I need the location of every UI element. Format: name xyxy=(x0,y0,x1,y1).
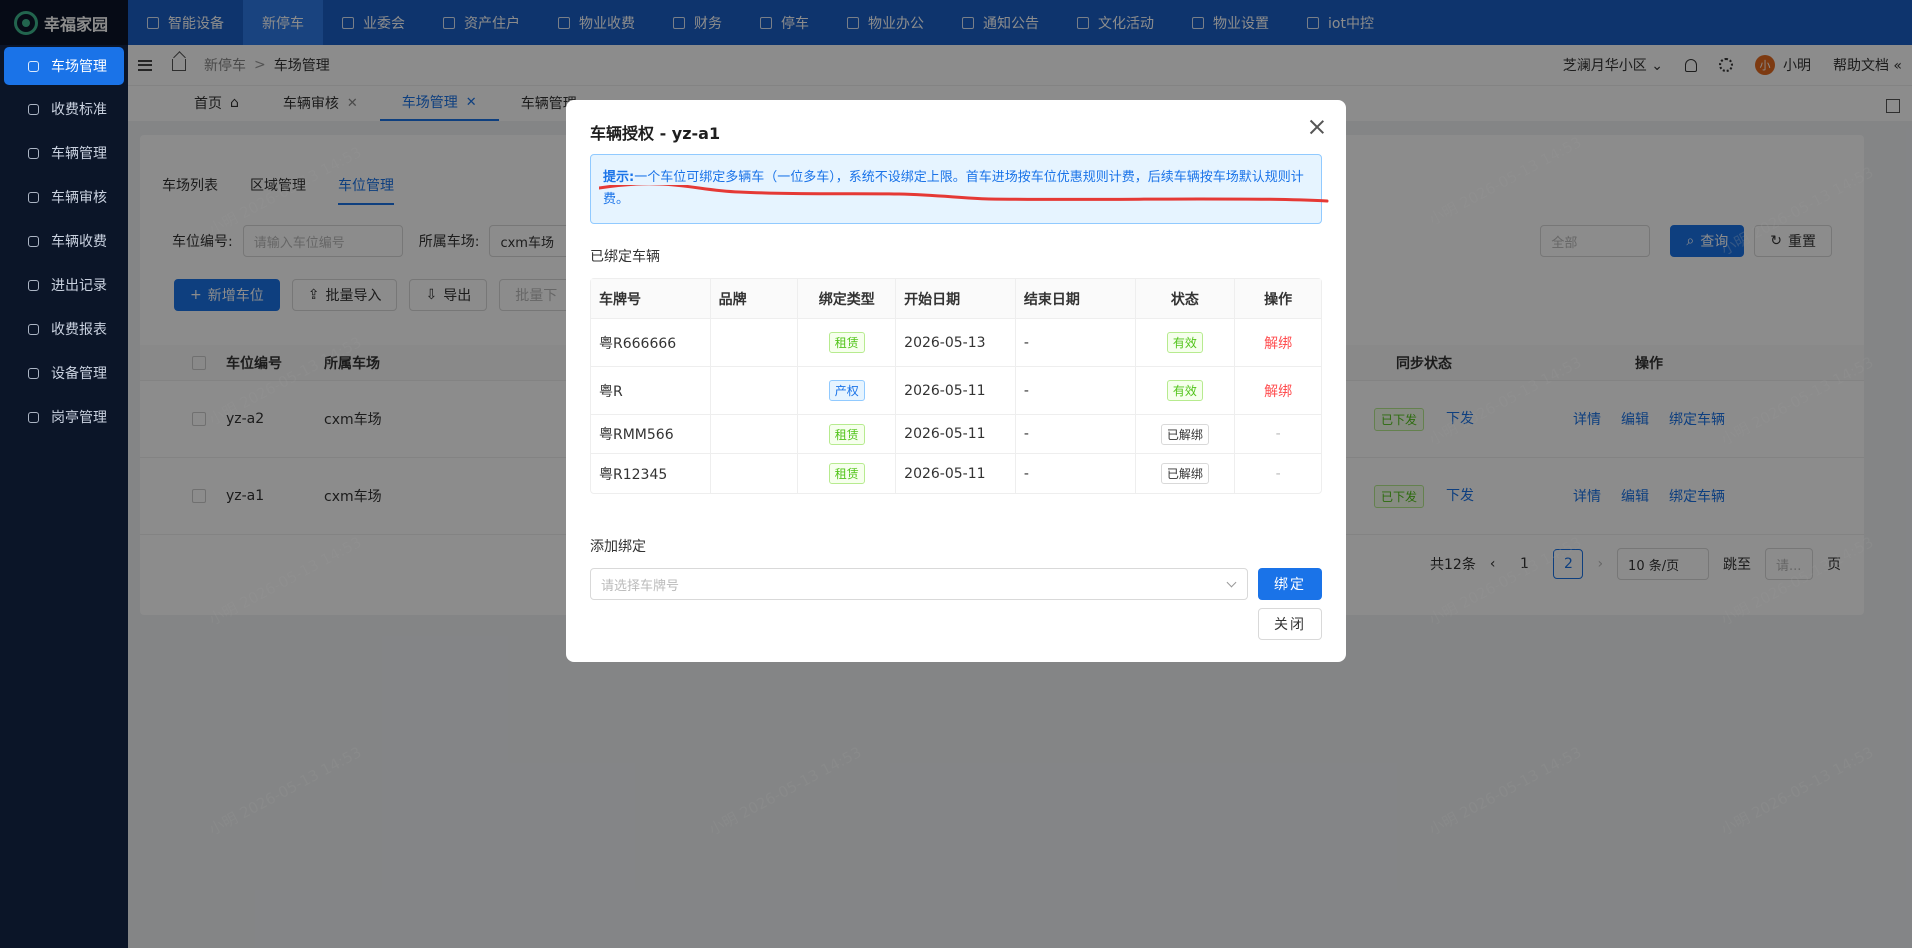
sidebar-item-icon xyxy=(28,411,39,423)
sidebar-item-8[interactable]: 岗亭管理 xyxy=(0,395,128,439)
sidebar-item-icon xyxy=(28,323,39,335)
modal-col-header: 绑定类型 xyxy=(798,279,897,318)
cell-start-date: 2026-05-13 xyxy=(896,319,1016,366)
bound-vehicle-row: 粤RMM566 租赁 2026-05-11- 已解绑 - xyxy=(591,415,1321,454)
sidebar-item-label: 收费报表 xyxy=(51,322,107,338)
cell-status: 有效 xyxy=(1136,319,1236,366)
sidebar-item-0[interactable]: 车场管理 xyxy=(4,47,124,85)
sidebar-item-5[interactable]: 进出记录 xyxy=(0,263,128,307)
sidebar-item-2[interactable]: 车辆管理 xyxy=(0,131,128,175)
cell-bind-type: 租赁 xyxy=(798,319,897,366)
cell-bind-type: 产权 xyxy=(798,367,897,414)
cell-plate: 粤RMM566 xyxy=(591,415,711,453)
modal-col-header: 操作 xyxy=(1264,291,1293,308)
cell-bind-type: 租赁 xyxy=(798,454,897,493)
no-action: - xyxy=(1275,426,1281,442)
cell-status: 有效 xyxy=(1136,367,1236,414)
sidebar-item-icon xyxy=(28,103,39,115)
modal-col-header: 状态 xyxy=(1136,279,1236,318)
sidebar-item-label: 设备管理 xyxy=(51,366,107,382)
cell-brand xyxy=(711,415,799,453)
red-annotation-line xyxy=(599,185,1329,203)
sidebar-item-icon xyxy=(28,147,39,159)
sidebar-item-label: 收费标准 xyxy=(51,102,107,118)
close-button[interactable]: 关闭 xyxy=(1258,608,1322,640)
modal-col-header: 开始日期 xyxy=(896,279,1016,318)
cell-status: 已解绑 xyxy=(1136,415,1236,453)
add-binding-title: 添加绑定 xyxy=(590,539,646,555)
bind-button[interactable]: 绑定 xyxy=(1258,568,1322,600)
no-action: - xyxy=(1275,465,1281,482)
bind-type-badge: 租赁 xyxy=(828,332,865,353)
bound-vehicles-title: 已绑定车辆 xyxy=(590,249,660,265)
sidebar-item-7[interactable]: 设备管理 xyxy=(0,351,128,395)
cell-action: - xyxy=(1235,415,1321,453)
bound-vehicles-table: 车牌号 品牌 绑定类型 开始日期 结束日期 状态 操作粤R666666 租赁 2026-05-1… xyxy=(590,278,1322,494)
cell-end-date: - xyxy=(1016,319,1136,366)
cell-action: - xyxy=(1235,454,1321,493)
chevron-down-icon xyxy=(1226,577,1237,588)
vehicle-auth-modal: 车辆授权 - yz-a1 提示:一个车位可绑定多辆车（一位多车），系统不设绑定上… xyxy=(566,100,1346,662)
status-badge: 有效 xyxy=(1166,332,1203,353)
sidebar-item-3[interactable]: 车辆审核 xyxy=(0,175,128,219)
sidebar-item-label: 车场管理 xyxy=(51,59,107,75)
bound-vehicle-row: 粤R 产权 2026-05-11- 有效 解绑 xyxy=(591,367,1321,415)
cell-brand xyxy=(711,454,799,493)
sidebar-item-label: 进出记录 xyxy=(51,278,107,294)
plate-select-placeholder: 请选择车牌号 xyxy=(601,578,680,594)
bind-type-badge: 产权 xyxy=(828,380,865,401)
sidebar-item-label: 车辆审核 xyxy=(51,190,107,206)
cell-plate: 粤R666666 xyxy=(591,319,711,366)
sidebar-item-label: 岗亭管理 xyxy=(51,410,107,426)
info-alert: 提示:一个车位可绑定多辆车（一位多车），系统不设绑定上限。首车进场按车位优惠规则… xyxy=(590,154,1329,224)
plate-select[interactable]: 请选择车牌号 xyxy=(590,568,1248,600)
cell-action: 解绑 xyxy=(1235,367,1321,414)
status-badge: 有效 xyxy=(1166,380,1203,401)
bind-type-badge: 租赁 xyxy=(828,423,865,445)
unbind-link[interactable]: 解绑 xyxy=(1264,381,1292,401)
sidebar-item-icon xyxy=(28,367,39,379)
cell-status: 已解绑 xyxy=(1136,454,1236,493)
status-badge: 已解绑 xyxy=(1160,463,1209,484)
status-badge: 已解绑 xyxy=(1160,423,1209,445)
bound-vehicle-row: 粤R12345 租赁 2026-05-11- 已解绑 - xyxy=(591,454,1321,493)
close-icon[interactable] xyxy=(1308,118,1326,136)
cell-bind-type: 租赁 xyxy=(798,415,897,453)
cell-action: 解绑 xyxy=(1235,319,1321,366)
cell-brand xyxy=(711,319,799,366)
modal-col-header: 结束日期 xyxy=(1016,279,1136,318)
alert-prefix: 提示: xyxy=(603,170,635,185)
cell-plate: 粤R12345 xyxy=(591,454,711,493)
sidebar: 车场管理收费标准车辆管理车辆审核车辆收费进出记录收费报表设备管理岗亭管理 xyxy=(0,45,128,948)
sidebar-item-icon xyxy=(28,235,39,247)
bound-vehicle-row: 粤R666666 租赁 2026-05-13- 有效 解绑 xyxy=(591,319,1321,367)
unbind-link[interactable]: 解绑 xyxy=(1264,333,1292,353)
sidebar-item-icon xyxy=(28,279,39,291)
cell-end-date: - xyxy=(1016,367,1136,414)
sidebar-item-label: 车辆收费 xyxy=(51,234,107,250)
modal-col-header: 车牌号 xyxy=(591,279,711,318)
bind-type-badge: 租赁 xyxy=(828,463,865,484)
cell-start-date: 2026-05-11 xyxy=(896,454,1016,493)
cell-plate: 粤R xyxy=(591,367,711,414)
modal-table-header: 车牌号 品牌 绑定类型 开始日期 结束日期 状态 操作 xyxy=(591,279,1321,319)
cell-end-date: - xyxy=(1016,415,1136,453)
modal-col-header: 品牌 xyxy=(711,279,799,318)
sidebar-item-icon xyxy=(28,191,39,203)
modal-title: 车辆授权 - yz-a1 xyxy=(590,124,721,143)
cell-end-date: - xyxy=(1016,454,1136,493)
sidebar-item-label: 车辆管理 xyxy=(51,146,107,162)
sidebar-item-4[interactable]: 车辆收费 xyxy=(0,219,128,263)
cell-start-date: 2026-05-11 xyxy=(896,367,1016,414)
cell-start-date: 2026-05-11 xyxy=(896,415,1016,453)
sidebar-item-6[interactable]: 收费报表 xyxy=(0,307,128,351)
sidebar-item-1[interactable]: 收费标准 xyxy=(0,87,128,131)
cell-brand xyxy=(711,367,799,414)
sidebar-item-icon xyxy=(28,60,39,72)
